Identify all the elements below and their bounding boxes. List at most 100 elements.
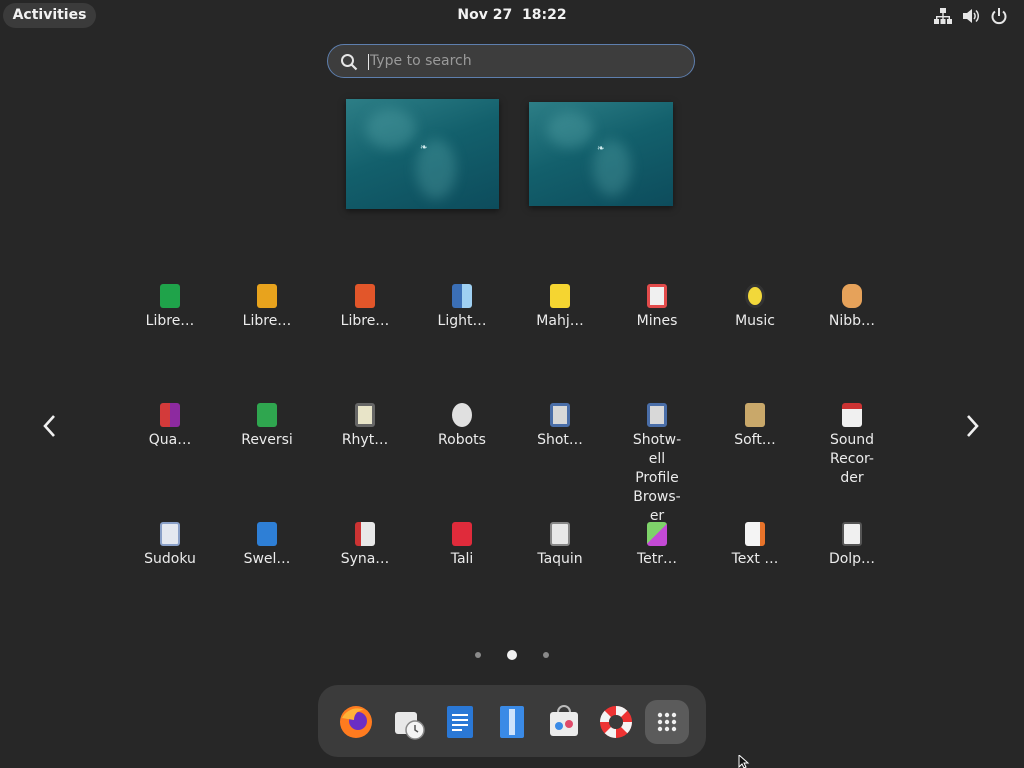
top-bar: Activities Nov 27 18:22 — [0, 0, 1024, 31]
tetravex-icon — [647, 522, 667, 546]
swell-foop-icon — [257, 522, 277, 546]
workspace-thumbnail-1[interactable]: ❧ — [346, 99, 499, 209]
help-lifebuoy-icon[interactable] — [594, 700, 638, 744]
document-viewer-icon[interactable] — [490, 700, 534, 744]
page-indicator-3[interactable] — [543, 652, 549, 658]
debian-swirl-icon: ❧ — [420, 143, 428, 153]
app-label: Shot… — [537, 432, 583, 448]
app-label: Shotw- ell Profile Brows- er — [632, 432, 682, 524]
app-label: Qua… — [148, 432, 192, 448]
page-indicator-1[interactable] — [475, 652, 481, 658]
app-sudoku[interactable]: Sudoku — [122, 522, 218, 640]
quadrapassel-icon — [160, 403, 180, 427]
clock[interactable]: Nov 27 18:22 — [0, 7, 1024, 23]
mahjongg-icon — [550, 284, 570, 308]
robots-icon — [452, 403, 472, 427]
rhythmbox-icon — [355, 403, 375, 427]
nibbles-icon — [842, 284, 862, 308]
app-label: Taquin — [537, 551, 583, 567]
dolphin-icon — [842, 522, 862, 546]
app-label: Mines — [636, 313, 678, 329]
app-label: Music — [735, 313, 775, 329]
clocks-icon[interactable] — [386, 700, 430, 744]
app-shotwell[interactable]: Shot… — [512, 403, 608, 521]
lights-off-icon — [452, 284, 472, 308]
app-label: Text … — [731, 551, 779, 567]
app-tetravex[interactable]: Tetr… — [609, 522, 705, 640]
app-shotwell-profile-browser[interactable]: Shotw- ell Profile Brows- er — [609, 403, 705, 524]
app-mahjongg[interactable]: Mahj… — [512, 284, 608, 402]
app-robots[interactable]: Robots — [414, 403, 510, 521]
text-editor-icon — [745, 522, 765, 546]
app-reversi[interactable]: Reversi — [219, 403, 315, 521]
app-label: Rhyt… — [341, 432, 389, 448]
search-icon — [341, 54, 358, 71]
software-package-icon — [745, 403, 765, 427]
app-label: Libre… — [145, 313, 195, 329]
app-quadrapassel[interactable]: Qua… — [122, 403, 218, 521]
app-label: Dolp… — [828, 551, 876, 567]
libreoffice-impress-icon — [257, 284, 277, 308]
app-label: Sound Recor- der — [829, 432, 875, 486]
reversi-icon — [257, 403, 277, 427]
app-label: Nibb… — [828, 313, 876, 329]
previous-page-arrow-icon[interactable] — [38, 413, 62, 439]
page-indicator-2-active[interactable] — [507, 650, 517, 660]
app-label: Syna… — [340, 551, 390, 567]
libreoffice-calc-icon — [160, 284, 180, 308]
libreoffice-draw-icon — [355, 284, 375, 308]
show-apps-icon[interactable] — [645, 700, 689, 744]
network-icon[interactable] — [934, 7, 952, 25]
debian-swirl-icon: ❧ — [597, 144, 605, 154]
libreoffice-writer-icon[interactable] — [438, 700, 482, 744]
workspace-thumbnail-2[interactable]: ❧ — [529, 102, 673, 206]
search-bar[interactable] — [327, 44, 695, 78]
app-software[interactable]: Soft… — [707, 403, 803, 521]
clock-date: Nov 27 — [457, 7, 513, 23]
music-icon — [745, 284, 765, 308]
clock-time: 18:22 — [522, 7, 567, 23]
app-mines[interactable]: Mines — [609, 284, 705, 402]
app-label: Light… — [437, 313, 487, 329]
app-dolphin[interactable]: Dolp… — [804, 522, 900, 640]
mouse-pointer-icon — [738, 755, 750, 768]
app-synaptic[interactable]: Syna… — [317, 522, 413, 640]
sound-recorder-icon — [842, 403, 862, 427]
mines-icon — [647, 284, 667, 308]
firefox-icon[interactable] — [334, 700, 378, 744]
app-libreoffice-draw[interactable]: Libre… — [317, 284, 413, 402]
shotwell-icon — [647, 403, 667, 427]
app-label: Tetr… — [636, 551, 678, 567]
app-libreoffice-calc[interactable]: Libre… — [122, 284, 218, 402]
app-label: Soft… — [734, 432, 776, 448]
app-nibbles[interactable]: Nibb… — [804, 284, 900, 402]
software-center-icon[interactable] — [542, 700, 586, 744]
shotwell-icon — [550, 403, 570, 427]
app-label: Mahj… — [536, 313, 584, 329]
synaptic-icon — [355, 522, 375, 546]
power-icon[interactable] — [990, 7, 1008, 25]
app-label: Swel… — [243, 551, 291, 567]
app-lights-off[interactable]: Light… — [414, 284, 510, 402]
app-libreoffice-impress[interactable]: Libre… — [219, 284, 315, 402]
app-label: Libre… — [340, 313, 390, 329]
app-text-editor[interactable]: Text … — [707, 522, 803, 640]
taquin-icon — [550, 522, 570, 546]
tali-icon — [452, 522, 472, 546]
app-label: Sudoku — [144, 551, 196, 567]
text-cursor — [368, 54, 369, 70]
search-input[interactable] — [370, 51, 670, 71]
sudoku-icon — [160, 522, 180, 546]
app-sound-recorder[interactable]: Sound Recor- der — [804, 403, 900, 521]
app-label: Robots — [438, 432, 486, 448]
dash — [318, 685, 706, 757]
app-taquin[interactable]: Taquin — [512, 522, 608, 640]
next-page-arrow-icon[interactable] — [960, 413, 984, 439]
app-music[interactable]: Music — [707, 284, 803, 402]
app-swell-foop[interactable]: Swel… — [219, 522, 315, 640]
app-tali[interactable]: Tali — [414, 522, 510, 640]
app-label: Tali — [450, 551, 474, 567]
app-rhythmbox[interactable]: Rhyt… — [317, 403, 413, 521]
volume-icon[interactable] — [962, 7, 980, 25]
app-label: Libre… — [242, 313, 292, 329]
